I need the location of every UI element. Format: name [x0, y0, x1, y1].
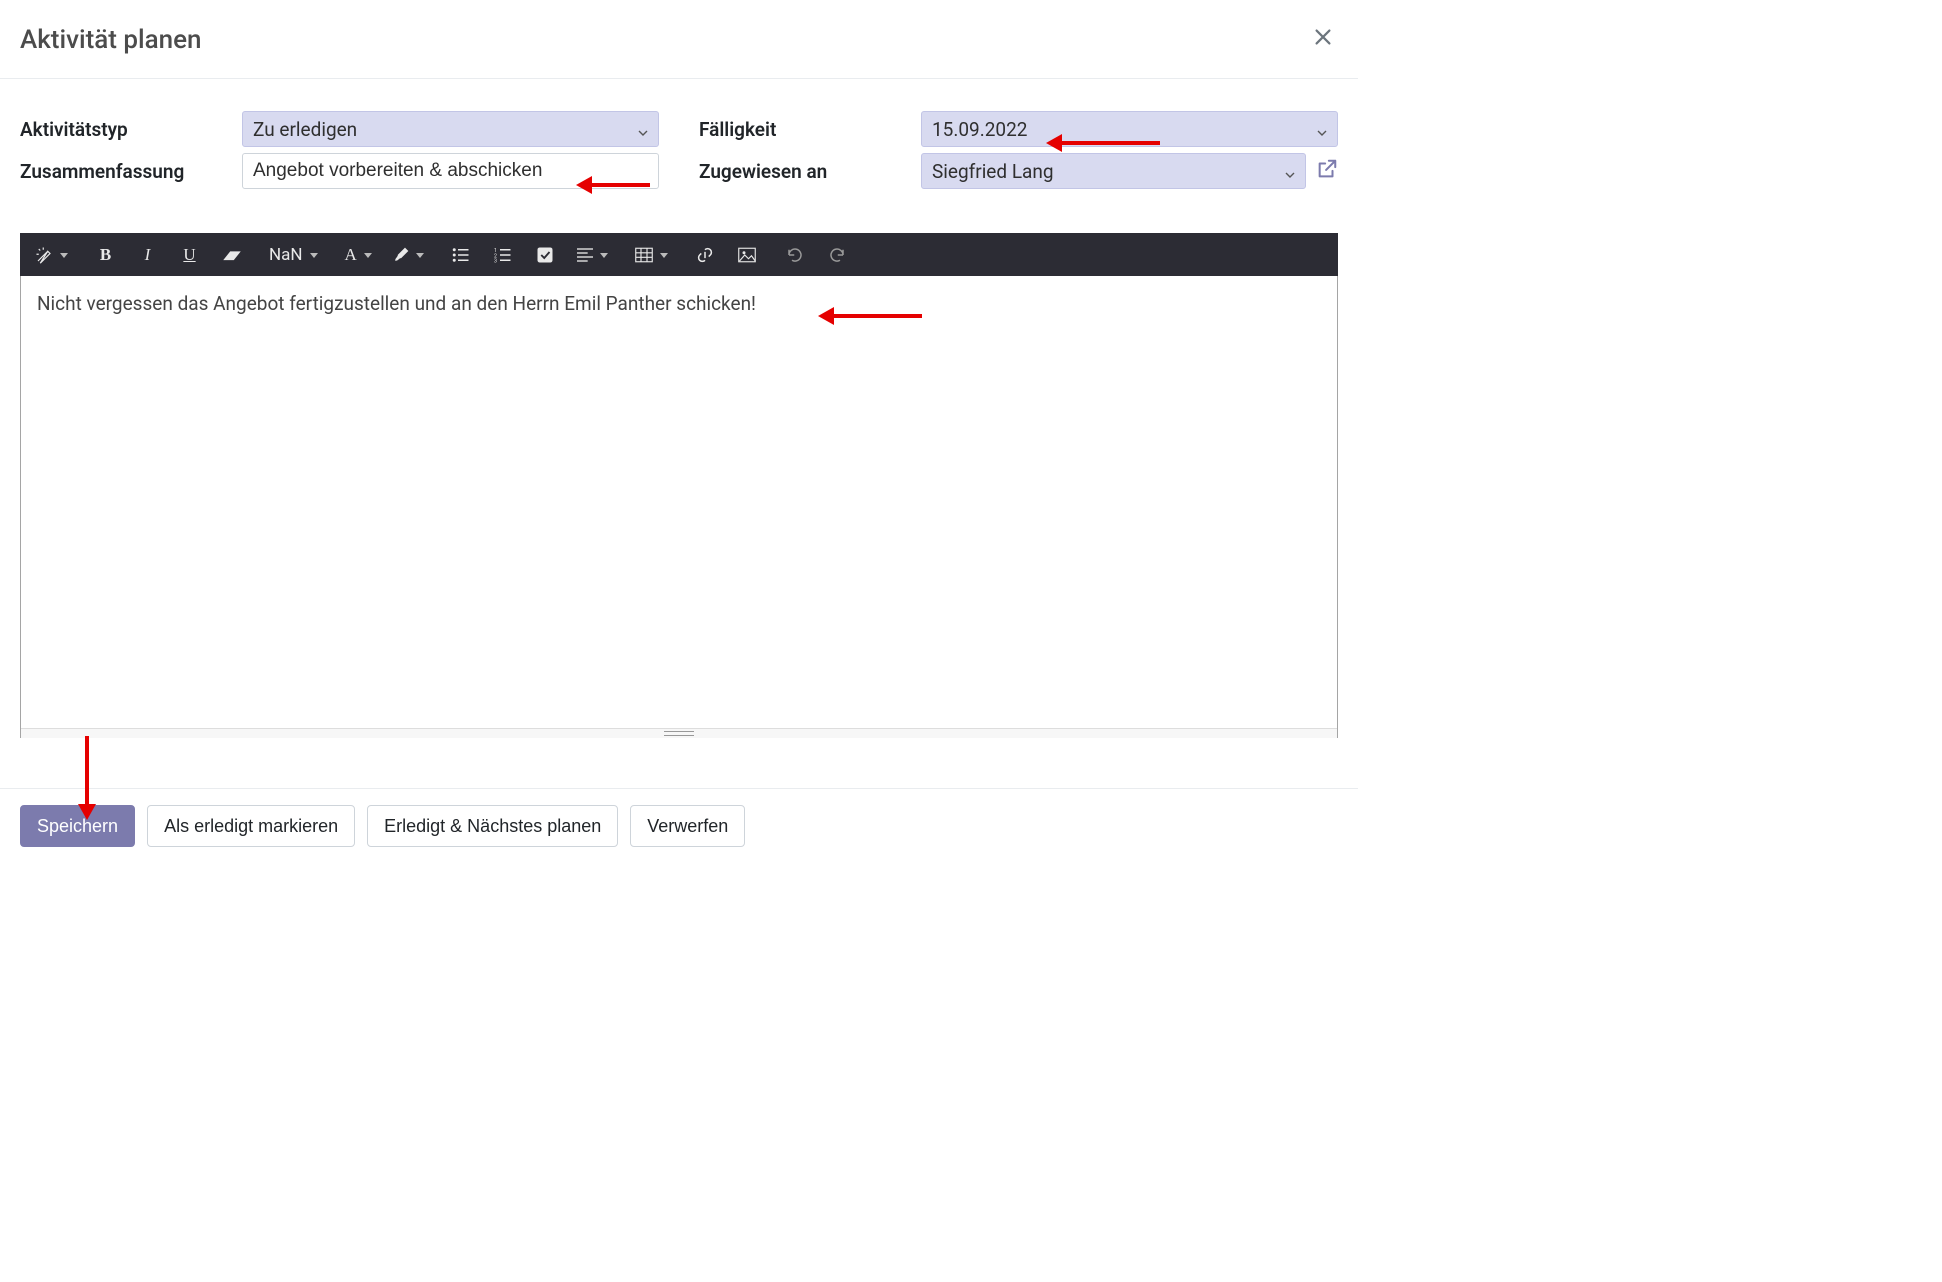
- editor-toolbar: B I U NaN A: [20, 233, 1338, 276]
- schedule-activity-modal: Aktivität planen Aktivitätstyp Zu erledi…: [0, 0, 1358, 863]
- discard-button[interactable]: Verwerfen: [630, 805, 745, 847]
- assigned-to-value: Siegfried Lang: [932, 160, 1285, 183]
- align-button[interactable]: [567, 237, 619, 273]
- activity-type-select[interactable]: Zu erledigen: [242, 111, 659, 147]
- chevron-down-icon: [1285, 160, 1295, 183]
- align-left-icon: [577, 248, 593, 262]
- underline-button[interactable]: U: [169, 237, 211, 273]
- font-size-button[interactable]: NaN: [259, 237, 329, 273]
- underline-icon: U: [183, 245, 195, 265]
- list-ul-icon: [452, 247, 470, 263]
- modal-header: Aktivität planen: [0, 0, 1358, 79]
- modal-body: Aktivitätstyp Zu erledigen Zusammenfassu…: [0, 79, 1358, 738]
- bold-button[interactable]: B: [85, 237, 127, 273]
- activity-type-label: Aktivitätstyp: [20, 118, 242, 141]
- table-button[interactable]: [625, 237, 679, 273]
- remove-format-button[interactable]: [211, 237, 253, 273]
- checklist-button[interactable]: [525, 237, 567, 273]
- undo-button[interactable]: [775, 237, 817, 273]
- summary-input[interactable]: [242, 153, 659, 189]
- close-icon: [1312, 26, 1334, 48]
- font-color-button[interactable]: A: [335, 237, 383, 273]
- assigned-to-select[interactable]: Siegfried Lang: [921, 153, 1306, 189]
- form-col-left: Aktivitätstyp Zu erledigen Zusammenfassu…: [20, 111, 659, 195]
- font-color-icon: A: [345, 245, 357, 265]
- close-button[interactable]: [1308, 22, 1338, 58]
- editor-content[interactable]: Nicht vergessen das Angebot fertigzustel…: [20, 276, 1338, 738]
- bold-icon: B: [100, 245, 111, 265]
- paint-brush-icon: [393, 247, 409, 263]
- link-button[interactable]: [685, 237, 727, 273]
- chevron-down-icon: [1317, 118, 1327, 141]
- mark-done-button[interactable]: Als erledigt markieren: [147, 805, 355, 847]
- font-size-label: NaN: [269, 245, 303, 265]
- save-button[interactable]: Speichern: [20, 805, 135, 847]
- highlight-button[interactable]: [383, 237, 435, 273]
- redo-button[interactable]: [817, 237, 859, 273]
- list-ol-icon: 123: [494, 247, 512, 263]
- image-icon: [738, 247, 756, 263]
- link-icon: [696, 246, 714, 264]
- due-date-value: 15.09.2022: [932, 118, 1317, 141]
- form-grid: Aktivitätstyp Zu erledigen Zusammenfassu…: [20, 111, 1338, 195]
- summary-label: Zusammenfassung: [20, 160, 242, 183]
- due-date-label: Fälligkeit: [699, 118, 921, 141]
- style-magic-button[interactable]: [25, 237, 79, 273]
- italic-button[interactable]: I: [127, 237, 169, 273]
- modal-title: Aktivität planen: [20, 25, 202, 55]
- eraser-icon: [223, 248, 241, 262]
- undo-icon: [786, 247, 804, 263]
- external-link-button[interactable]: [1316, 158, 1338, 185]
- chevron-down-icon: [638, 118, 648, 141]
- assigned-to-label: Zugewiesen an: [699, 160, 921, 183]
- unordered-list-button[interactable]: [441, 237, 483, 273]
- modal-footer: Speichern Als erledigt markieren Erledig…: [0, 788, 1358, 863]
- editor-text: Nicht vergessen das Angebot fertigzustel…: [37, 292, 756, 315]
- editor-resize-handle[interactable]: [21, 728, 1337, 738]
- svg-text:3: 3: [494, 259, 497, 264]
- done-and-next-button[interactable]: Erledigt & Nächstes planen: [367, 805, 618, 847]
- table-icon: [635, 247, 653, 263]
- check-square-icon: [536, 246, 554, 264]
- ordered-list-button[interactable]: 123: [483, 237, 525, 273]
- image-button[interactable]: [727, 237, 769, 273]
- magic-wand-icon: [35, 246, 53, 264]
- redo-icon: [828, 247, 846, 263]
- italic-icon: I: [145, 245, 151, 265]
- activity-type-value: Zu erledigen: [253, 118, 638, 141]
- form-col-right: Fälligkeit 15.09.2022 Zugewiesen an: [699, 111, 1338, 195]
- due-date-field[interactable]: 15.09.2022: [921, 111, 1338, 147]
- external-link-icon: [1316, 158, 1338, 180]
